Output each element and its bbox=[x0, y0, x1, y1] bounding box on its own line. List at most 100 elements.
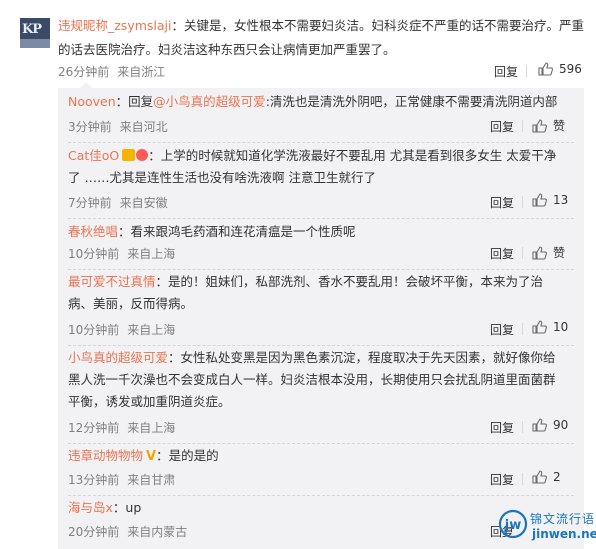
divider bbox=[522, 473, 523, 485]
reply-content: ：看来跟鸿毛药酒和连花清瘟是一个性质呢 bbox=[118, 224, 356, 239]
reply-meta: 10分钟前 来自上海 bbox=[68, 321, 183, 338]
reply-text: 小鸟真的超级可爱：女性私处变黑是因为黑色素沉淀，程度取决于先天因素，就好像你给黑… bbox=[68, 347, 564, 413]
thumbs-up-icon bbox=[532, 118, 547, 133]
avatar-text: KP bbox=[22, 22, 42, 37]
reply-username[interactable]: Cat佳oO bbox=[68, 148, 119, 163]
reply-text: Nooven：回复@小鸟真的超级可爱:清洗也是清洗外阴吧，正常健康不需要清洗阴道… bbox=[68, 91, 564, 113]
reply-content: ：回复@小鸟真的超级可爱:清洗也是清洗外阴吧，正常健康不需要清洗阴道内部 bbox=[115, 94, 558, 109]
reply-location: 来自上海 bbox=[127, 323, 176, 337]
reply-text: 春秋绝唱：看来跟鸿毛药酒和连花清瘟是一个性质呢 bbox=[68, 221, 564, 243]
like-count: 2 bbox=[553, 470, 561, 484]
thumbs-up-icon bbox=[532, 245, 547, 260]
reply-username[interactable]: 海与岛x bbox=[68, 500, 113, 515]
reply-location: 来自上海 bbox=[127, 421, 176, 435]
reply-item: Cat佳oO ：上学的时候就知道化学洗液最好不要乱用 尤其是看到很多女生 太爱干净… bbox=[68, 145, 574, 221]
reply-meta: 20分钟前 来自内蒙古 bbox=[68, 523, 195, 540]
avatar[interactable]: KP bbox=[20, 18, 50, 48]
reply-meta: 3分钟前 来自河北 bbox=[68, 118, 176, 135]
mention-link[interactable]: @小鸟真的超级可爱 bbox=[153, 94, 266, 109]
reply-button[interactable]: 回复 bbox=[490, 245, 514, 262]
watermark-domain: jinwen.net bbox=[532, 527, 596, 541]
reply-button[interactable]: 回复 bbox=[490, 419, 514, 436]
divider bbox=[522, 196, 523, 208]
reply-time: 7分钟前 bbox=[68, 196, 112, 210]
like-count: 赞 bbox=[553, 119, 566, 133]
watermark: jw 锦文流行语 jinwen.net bbox=[498, 509, 596, 545]
reply-button[interactable]: 回复 bbox=[490, 471, 514, 488]
reply-username[interactable]: Nooven bbox=[68, 94, 116, 109]
divider bbox=[522, 421, 523, 433]
reply-button[interactable]: 回复 bbox=[490, 118, 514, 135]
like-count: 90 bbox=[553, 418, 569, 432]
main-time: 26分钟前 bbox=[58, 65, 110, 79]
watermark-title: 锦文流行语 bbox=[530, 512, 596, 526]
member-badge-icon bbox=[122, 149, 136, 161]
reply-button[interactable]: 回复 bbox=[490, 321, 514, 338]
thumbs-up-icon bbox=[532, 320, 547, 334]
like-count: 13 bbox=[553, 193, 569, 207]
reply-meta: 7分钟前 来自安徽 bbox=[68, 194, 176, 211]
reply-button[interactable]: 回复 bbox=[490, 194, 514, 211]
reply-divider bbox=[68, 218, 574, 219]
reply-location: 来自上海 bbox=[127, 247, 176, 261]
reply-text: Cat佳oO ：上学的时候就知道化学洗液最好不要乱用 尤其是看到很多女生 太爱干净… bbox=[68, 145, 564, 189]
thumbs-up-icon bbox=[538, 62, 553, 76]
like-count: 10 bbox=[553, 320, 569, 334]
main-reply-button[interactable]: 回复 bbox=[494, 63, 518, 80]
like-count: 赞 bbox=[553, 246, 566, 260]
watermark-logo-icon: jw bbox=[498, 509, 528, 539]
divider bbox=[522, 247, 523, 259]
reply-location: 来自安徽 bbox=[119, 196, 168, 210]
like-button[interactable]: 13 bbox=[532, 193, 568, 207]
reply-item: 最可爱不过真情：是的！姐妹们，私部洗剂、香水不要乱用！会破坏平衡，本来为了治病、… bbox=[68, 271, 574, 347]
like-button[interactable]: 90 bbox=[532, 418, 568, 432]
reply-meta: 12分钟前 来自上海 bbox=[68, 419, 183, 436]
reply-location: 来自内蒙古 bbox=[127, 525, 188, 539]
avatar-stripe bbox=[20, 39, 50, 48]
divider bbox=[522, 120, 523, 132]
main-like-count: 596 bbox=[559, 62, 582, 76]
like-button[interactable]: 2 bbox=[532, 470, 561, 484]
main-comment: KP 违规昵称_zsymslaji：关键是，女性根本不需要妇炎洁。妇科炎症不严重… bbox=[0, 0, 596, 88]
reply-text: 违章动物物物 V：是的是的 bbox=[68, 445, 564, 468]
reply-time: 20分钟前 bbox=[68, 525, 120, 539]
reply-divider bbox=[68, 495, 574, 496]
main-location: 来自浙江 bbox=[117, 65, 166, 79]
reply-content: ：up bbox=[112, 500, 142, 515]
like-button[interactable]: 10 bbox=[532, 320, 568, 334]
main-like-button[interactable]: 596 bbox=[538, 62, 582, 76]
reply-meta: 13分钟前 来自甘肃 bbox=[68, 471, 183, 488]
reply-item: 小鸟真的超级可爱：女性私处变黑是因为黑色素沉淀，程度取决于先天因素，就好像你给黑… bbox=[68, 347, 574, 445]
main-comment-text: 违规昵称_zsymslaji：关键是，女性根本不需要妇炎洁。妇科炎症不严重的话不… bbox=[58, 14, 584, 62]
reply-item: 违章动物物物 V：是的是的 13分钟前 来自甘肃 回复 2 bbox=[68, 445, 574, 497]
divider bbox=[526, 65, 527, 77]
main-username[interactable]: 违规昵称_zsymslaji bbox=[58, 18, 172, 33]
reply-username[interactable]: 最可爱不过真情 bbox=[68, 274, 156, 289]
reply-item: 春秋绝唱：看来跟鸿毛药酒和连花清瘟是一个性质呢 10分钟前 来自上海 回复 赞 bbox=[68, 221, 574, 271]
reply-username[interactable]: 春秋绝唱 bbox=[68, 224, 118, 239]
reply-divider bbox=[68, 345, 574, 346]
reply-meta: 10分钟前 来自上海 bbox=[68, 245, 183, 262]
reply-text: 海与岛x：up bbox=[68, 497, 564, 519]
reply-location: 来自甘肃 bbox=[127, 473, 176, 487]
reply-time: 3分钟前 bbox=[68, 120, 112, 134]
divider bbox=[522, 323, 523, 335]
thumbs-up-icon bbox=[532, 470, 547, 484]
reply-text: 最可爱不过真情：是的！姐妹们，私部洗剂、香水不要乱用！会破坏平衡，本来为了治病、… bbox=[68, 271, 564, 315]
reply-divider bbox=[68, 443, 574, 444]
reply-username[interactable]: 小鸟真的超级可爱 bbox=[68, 350, 168, 365]
reply-time: 12分钟前 bbox=[68, 421, 120, 435]
verified-v-icon: V bbox=[146, 449, 157, 464]
reply-divider bbox=[68, 269, 574, 270]
reply-username[interactable]: 违章动物物物 bbox=[68, 448, 143, 463]
thumbs-up-icon bbox=[532, 418, 547, 432]
reply-list: Nooven：回复@小鸟真的超级可爱:清洗也是清洗外阴吧，正常健康不需要清洗阴道… bbox=[58, 82, 584, 549]
like-button[interactable]: 赞 bbox=[532, 117, 565, 134]
reply-divider bbox=[68, 142, 574, 143]
like-button[interactable]: 赞 bbox=[532, 244, 565, 261]
level-badge-icon bbox=[136, 149, 149, 161]
thumbs-up-icon bbox=[532, 193, 547, 207]
main-meta: 26分钟前 来自浙江 bbox=[58, 63, 173, 80]
reply-time: 13分钟前 bbox=[68, 473, 120, 487]
reply-caret bbox=[80, 82, 92, 88]
